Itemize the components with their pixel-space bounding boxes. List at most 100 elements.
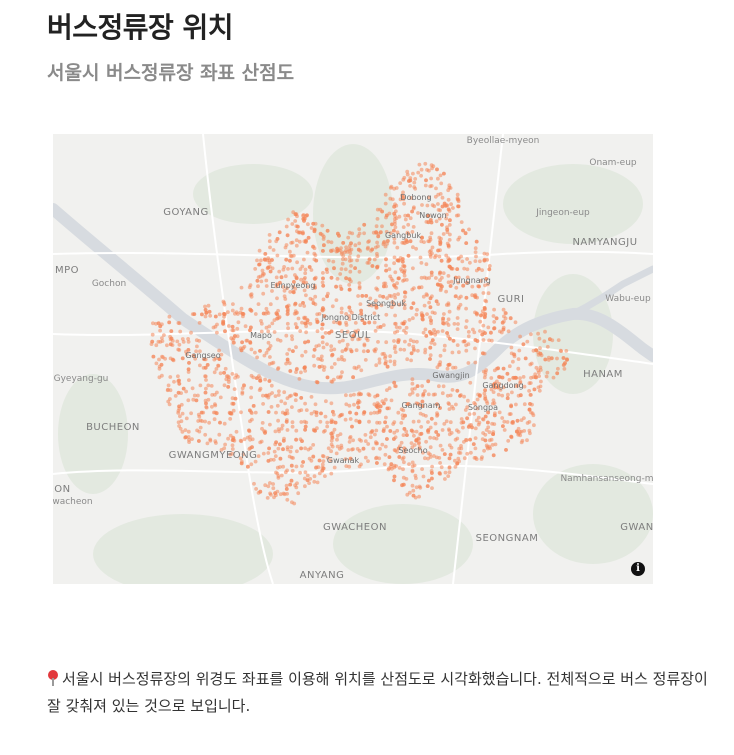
bus-stop-point [296,316,301,321]
bus-stop-point [329,438,334,443]
bus-stop-point [302,216,307,221]
bus-stop-point [429,176,433,181]
bus-stop-point [347,305,352,310]
bus-stop-point [324,399,328,404]
place-label: BUCHEON [86,422,140,433]
bus-stop-point [340,349,345,354]
bus-stop-point [501,307,506,312]
bus-stop-point [442,348,447,353]
bus-stop-point [344,402,349,407]
bus-stop-point [414,429,419,434]
bus-stop-point [562,367,567,371]
bus-stop-point [266,265,271,270]
bus-stop-point [329,379,334,384]
bus-stop-point [300,353,304,358]
bus-stop-point [303,340,307,345]
bus-stop-point [387,466,391,471]
bus-stop-point [204,405,209,409]
bus-stop-point [268,355,272,359]
bus-stop-point [249,347,254,352]
bus-stop-point [267,239,272,244]
bus-stop-point [465,257,469,261]
bus-stop-point [429,318,433,323]
bus-stop-point [543,357,548,362]
bus-stop-point [313,253,318,257]
bus-stop-point [345,342,350,347]
bus-stop-point [389,398,394,403]
bus-stop-point [518,334,522,339]
bus-stop-point [429,231,434,236]
bus-stop-point [156,339,161,344]
bus-stop-point [402,201,406,206]
bus-stop-point [303,267,308,272]
bus-stop-point [403,290,407,295]
bus-stop-point [412,180,417,185]
bus-stop-point [234,429,239,434]
map-canvas[interactable]: Byeollae-myeon Onam-eup GOYANG Jingeon-eup N… [53,134,653,584]
bus-stop-point [491,314,496,318]
bus-stop-point [287,454,292,459]
bus-stop-point [207,420,212,425]
bus-stop-point [500,416,505,420]
bus-stop-point [322,234,326,239]
bus-stop-point [446,280,451,285]
bus-stop-point [393,270,398,275]
place-label: Gangbuk [385,231,421,240]
bus-stop-point [357,419,362,424]
bus-stop-scatter-map[interactable]: Byeollae-myeon Onam-eup GOYANG Jingeon-eup N… [53,134,653,584]
bus-stop-point [459,294,463,299]
bus-stop-point [226,385,231,389]
bus-stop-point [211,325,216,330]
bus-stop-point [442,343,447,348]
bus-stop-point [430,338,435,342]
bus-stop-point [440,204,445,209]
bus-stop-point [303,427,307,432]
bus-stop-point [194,398,199,403]
bus-stop-point [276,367,280,371]
bus-stop-point [429,270,434,275]
bus-stop-point [509,434,514,439]
bus-stop-point [472,411,477,416]
bus-stop-point [276,393,281,397]
bus-stop-point [440,195,445,200]
place-label: Gwanak [327,456,360,465]
bus-stop-point [267,392,272,397]
bus-stop-point [409,358,413,363]
bus-stop-point [270,258,274,262]
bus-stop-point [376,234,381,239]
bus-stop-point [407,490,412,495]
bus-stop-point [410,381,415,386]
bus-stop-point [497,375,501,379]
bus-stop-point [394,325,399,329]
bus-stop-point [228,433,233,438]
bus-stop-point [409,306,414,310]
bus-stop-point [513,320,518,325]
bus-stop-point [303,470,308,475]
bus-stop-point [486,291,491,296]
bus-stop-point [249,373,254,378]
bus-stop-point [255,258,259,263]
bus-stop-point [284,224,289,229]
bus-stop-point [304,330,308,335]
bus-stop-point [288,449,293,454]
bus-stop-point [259,439,264,444]
bus-stop-point [402,175,407,180]
info-icon[interactable]: i [631,562,645,576]
bus-stop-point [518,393,523,398]
bus-stop-point [436,248,440,253]
bus-stop-point [351,438,355,443]
bus-stop-point [401,321,406,326]
bus-stop-point [382,284,386,289]
bus-stop-point [551,375,556,380]
bus-stop-point [461,228,465,233]
bus-stop-point [410,287,415,292]
bus-stop-point [471,442,476,446]
bus-stop-point [433,421,438,426]
bus-stop-point [472,456,477,460]
bus-stop-point [421,413,426,417]
bus-stop-point [509,345,514,350]
bus-stop-point [529,332,533,337]
bus-stop-point [464,295,469,300]
bus-stop-point [437,471,442,475]
bus-stop-point [281,491,286,496]
